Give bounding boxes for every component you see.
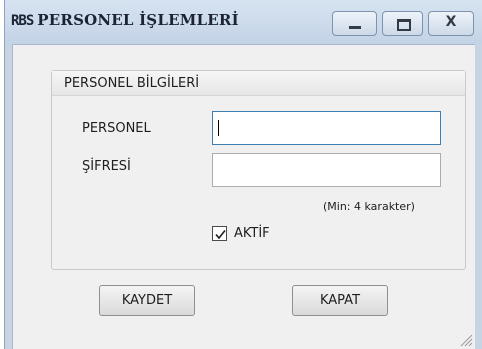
window-client-area: PERSONEL BİLGİLERİ PERSONEL ŞİFRESİ (Min… bbox=[12, 44, 475, 349]
group-title: PERSONEL BİLGİLERİ bbox=[64, 76, 200, 91]
close-icon: X bbox=[445, 14, 457, 30]
password-label: ŞİFRESİ bbox=[82, 159, 131, 174]
resize-grip-icon[interactable] bbox=[459, 333, 473, 347]
close-window-button[interactable]: X bbox=[428, 11, 474, 36]
save-button[interactable]: KAYDET bbox=[99, 285, 195, 316]
aktif-label: AKTİF bbox=[234, 226, 270, 241]
personel-input[interactable] bbox=[212, 111, 441, 145]
password-input[interactable] bbox=[212, 153, 441, 187]
password-hint: (Min: 4 karakter) bbox=[323, 200, 415, 213]
group-header: PERSONEL BİLGİLERİ bbox=[52, 71, 465, 96]
window-title: RBS PERSONEL İŞLEMLERİ bbox=[11, 11, 239, 29]
minimize-button[interactable] bbox=[332, 11, 377, 36]
maximize-button[interactable] bbox=[382, 11, 423, 36]
title-bar[interactable]: RBS PERSONEL İŞLEMLERİ X bbox=[5, 0, 482, 44]
personel-label: PERSONEL bbox=[82, 121, 151, 136]
text-caret bbox=[218, 120, 219, 136]
personel-window: RBS PERSONEL İŞLEMLERİ X PERSONEL BİLGİLE… bbox=[4, 0, 482, 349]
app-tag: RBS bbox=[11, 13, 34, 29]
close-button[interactable]: KAPAT bbox=[292, 285, 388, 316]
checkmark-icon bbox=[215, 230, 226, 240]
maximize-icon bbox=[397, 19, 411, 31]
personel-info-group: PERSONEL BİLGİLERİ PERSONEL ŞİFRESİ (Min… bbox=[51, 70, 466, 270]
window-title-text: PERSONEL İŞLEMLERİ bbox=[37, 11, 239, 29]
minimize-icon bbox=[349, 26, 361, 29]
aktif-checkbox[interactable] bbox=[212, 226, 227, 241]
